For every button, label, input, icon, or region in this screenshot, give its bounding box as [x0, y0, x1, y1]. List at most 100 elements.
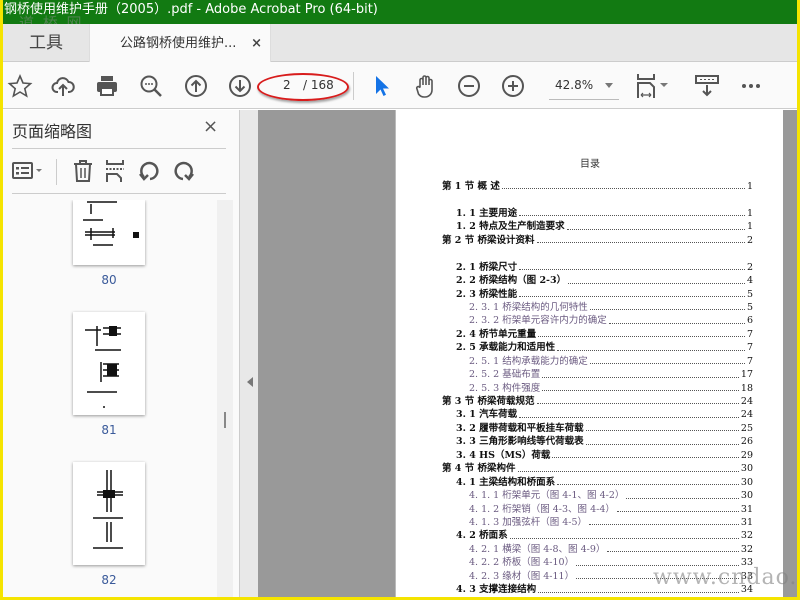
toc-entry[interactable]: 4. 1. 2 桁架销（图 4-3、图 4-4） 31	[442, 503, 753, 516]
toc-entry[interactable]: 4. 2. 1 横梁（图 4-8、图 4-9） 32	[442, 543, 753, 556]
tab-tools[interactable]: 工具	[3, 24, 89, 62]
toc-entry[interactable]: 第 1 节 概 述 1	[442, 180, 753, 193]
toc-entry[interactable]: 2. 3 桥梁性能 5	[442, 288, 753, 301]
close-panel-button[interactable]: ×	[203, 116, 218, 137]
thumbnail-scrollbar-thumb[interactable]	[224, 412, 226, 428]
insert-page-icon[interactable]	[101, 157, 129, 185]
toc-leader-dots	[538, 328, 745, 338]
toc-entry[interactable]: 4. 2 桥面系 32	[442, 529, 753, 542]
toc-leader-dots	[589, 301, 745, 311]
thumbnail-scrollbar[interactable]	[217, 200, 233, 597]
collapse-panel-arrow-icon[interactable]	[247, 377, 253, 387]
scroll-mode-icon[interactable]	[693, 72, 721, 100]
toc-entry[interactable]: 4. 1. 3 加强弦杆（图 4-5） 31	[442, 516, 753, 529]
toc-entry[interactable]: 2. 5. 1 结构承载能力的确定 7	[442, 355, 753, 368]
toc-entry-label: 4. 1 主梁结构和桥面系	[456, 476, 556, 488]
toc-leader-dots	[568, 274, 745, 284]
toc-entry[interactable]: 3. 4 HS（MS）荷载 29	[442, 449, 753, 462]
toc-entry-page: 29	[740, 449, 753, 461]
close-tab-button[interactable]: ×	[251, 24, 262, 64]
page-thumbnail[interactable]	[73, 462, 145, 565]
toc-entry[interactable]: 2. 1 桥梁尺寸 2	[442, 261, 753, 274]
toc-leader-dots	[501, 180, 745, 190]
select-arrow-icon[interactable]	[367, 72, 395, 100]
cloud-upload-icon[interactable]	[49, 72, 77, 100]
page-fit-icon[interactable]	[635, 72, 673, 100]
toc-entry[interactable]: 第 3 节 桥梁荷载规范 24	[442, 395, 753, 408]
toc-entry-label: 4. 3 支撑连接结构	[456, 584, 537, 596]
hand-icon[interactable]	[412, 72, 440, 100]
toc-entry[interactable]: 1. 2 特点及生产制造要求 1	[442, 220, 753, 233]
chevron-down-icon	[605, 83, 613, 88]
toc-entry[interactable]: 2. 4 桥节单元重量 7	[442, 328, 753, 341]
toolbar: 2 / 168 42.8%	[3, 62, 797, 109]
toc-entry-label: 2. 4 桥节单元重量	[456, 328, 537, 340]
page-number-field[interactable]: 2 / 168	[257, 73, 349, 101]
print-icon[interactable]	[93, 72, 121, 100]
toc-entry-label: 3. 2 履带荷载和平板挂车荷载	[456, 422, 584, 434]
toc-entry[interactable]: 第 4 节 桥梁构件 30	[442, 462, 753, 475]
tab-document[interactable]: 公路钢桥使用维护... ×	[89, 24, 271, 63]
toc-entry-label: 第 4 节 桥梁构件	[442, 463, 516, 475]
toc-entry-label: 4. 2. 2 桥板（图 4-10）	[469, 557, 575, 569]
thumbnail-page-number: 81	[101, 423, 117, 437]
more-icon[interactable]	[737, 72, 765, 100]
toc-entry-page: 32	[740, 543, 753, 555]
page-down-icon[interactable]	[226, 72, 254, 100]
toc-entry-label: 2. 3. 2 桁架单元容许内力的确定	[469, 315, 607, 327]
document-scrollbar[interactable]	[784, 110, 797, 597]
toc-entry-page: 5	[746, 288, 753, 300]
zoom-search-icon[interactable]	[137, 72, 165, 100]
divider	[12, 148, 226, 149]
star-icon[interactable]	[6, 72, 34, 100]
toc-entry[interactable]: 2. 2 桥梁结构（图 2-3） 4	[442, 274, 753, 287]
toc-entry[interactable]: 2. 5. 3 构件强度 18	[442, 382, 753, 395]
toc-entry-label: 4. 2. 1 横梁（图 4-8、图 4-9）	[469, 543, 606, 555]
rotate-counterclockwise-icon[interactable]	[136, 157, 164, 185]
toc-entry-label: 4. 1. 3 加强弦杆（图 4-5）	[469, 516, 588, 528]
page-up-icon[interactable]	[182, 72, 210, 100]
toc-entry-page: 7	[746, 342, 753, 354]
toc-entry-page: 31	[740, 516, 753, 528]
toc-entry-label: 4. 1. 1 桁架单元（图 4-1、图 4-2）	[469, 490, 625, 502]
zoom-level-select[interactable]: 42.8%	[549, 76, 619, 100]
thumbnail-page-number: 80	[101, 273, 117, 287]
rotate-clockwise-icon[interactable]	[169, 157, 197, 185]
toc-entry-label: 2. 1 桥梁尺寸	[456, 261, 518, 273]
toc-entry[interactable]: 3. 1 汽车荷载 24	[442, 408, 753, 421]
toc-entry[interactable]: 1. 1 主要用途 1	[442, 207, 753, 220]
toc-entry[interactable]: 2. 3. 2 桁架单元容许内力的确定 6	[442, 314, 753, 327]
toc-entry[interactable]: 4. 1. 1 桁架单元（图 4-1、图 4-2） 30	[442, 489, 753, 502]
toc-entry-label: 4. 2 桥面系	[456, 530, 508, 542]
toc-entry[interactable]: 第 2 节 桥梁设计资料 2	[442, 234, 753, 247]
toc-entry-label: 第 1 节 概 述	[442, 181, 500, 192]
toc-entry-page: 30	[740, 476, 753, 488]
thumbnail-options-icon[interactable]	[11, 157, 49, 185]
toc-entry-label: 第 2 节 桥梁设计资料	[442, 234, 535, 246]
toc-entry[interactable]: 2. 3. 1 桥梁结构的几何特性 5	[442, 301, 753, 314]
zoom-in-icon[interactable]	[499, 72, 527, 100]
toc-leader-dots	[542, 382, 739, 391]
toc-entry-page: 1	[746, 207, 753, 219]
tab-document-label: 公路钢桥使用维护...	[120, 36, 237, 51]
page-thumbnail[interactable]	[73, 312, 145, 415]
page-thumbnail[interactable]	[73, 200, 145, 265]
toc-entry[interactable]: 4. 1 主梁结构和桥面系 30	[442, 476, 753, 489]
toc-entry[interactable]: 2. 5 承载能力和适用性 7	[442, 341, 753, 354]
trash-icon[interactable]	[69, 157, 97, 185]
toc-entry[interactable]: 3. 3 三角形影响线等代荷载表 26	[442, 435, 753, 448]
toc-entry-page: 25	[740, 422, 753, 434]
highlight-ring	[257, 73, 349, 101]
toc-entry[interactable]: 3. 2 履带荷载和平板挂车荷载 25	[442, 422, 753, 435]
title-bar: 钢桥使用维护手册（2005）.pdf - Adobe Acrobat Pro (…	[3, 0, 797, 24]
toc-entry-label: 2. 5. 3 构件强度	[469, 382, 541, 394]
zoom-out-icon[interactable]	[455, 72, 483, 100]
toolbar-divider	[353, 72, 354, 100]
panel-splitter[interactable]	[239, 110, 258, 597]
toc-entry-label: 3. 3 三角形影响线等代荷载表	[456, 436, 584, 448]
toc-leader-dots	[519, 288, 745, 297]
toc-entry-page: 1	[746, 221, 753, 233]
toc-entry[interactable]: 2. 5. 2 基础布置 17	[442, 368, 753, 381]
toc-leader-dots	[589, 516, 739, 526]
toc-entry-label: 2. 3 桥梁性能	[456, 288, 518, 300]
